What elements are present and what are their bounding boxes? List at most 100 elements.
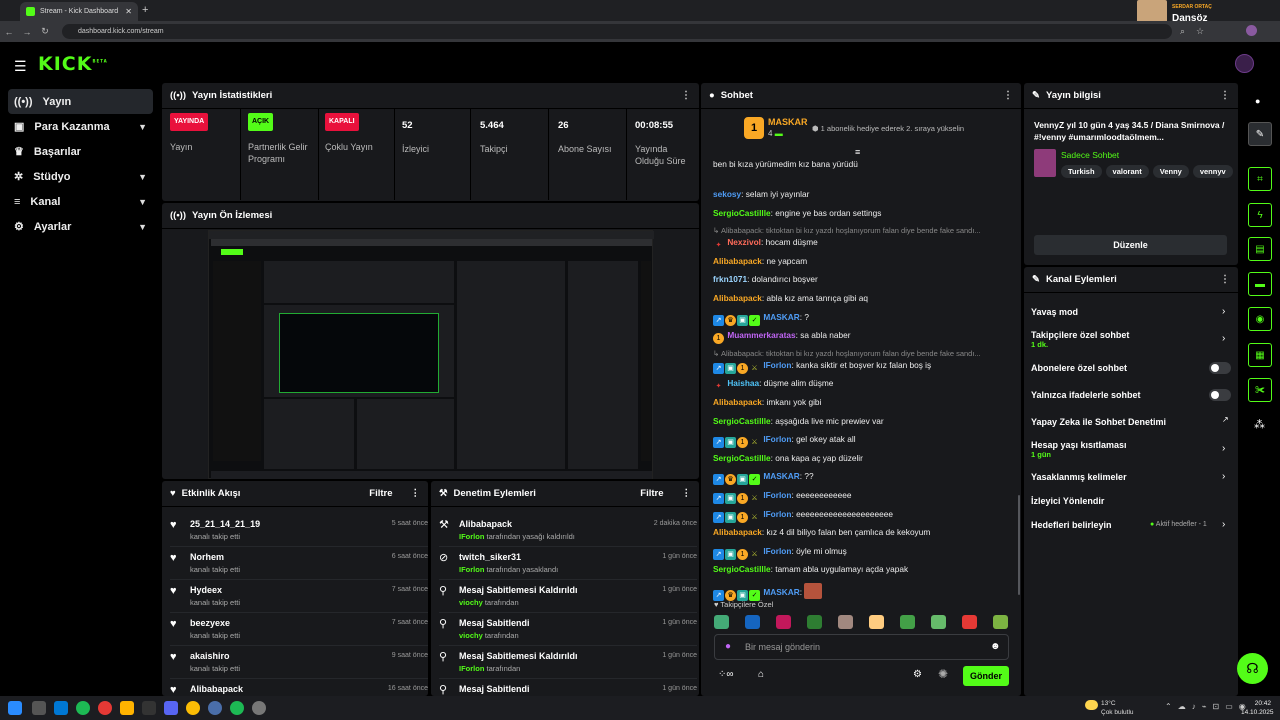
chat-message[interactable]: Alibabapack: imkanı yok gibi [713, 397, 1009, 408]
forward-icon[interactable]: → [18, 27, 36, 37]
info-icon[interactable]: ● [1255, 96, 1260, 106]
emote-8[interactable] [931, 615, 946, 629]
chat-username[interactable]: Alibabapack [713, 397, 762, 407]
tag[interactable]: valorant [1105, 165, 1149, 178]
clock[interactable]: 20:42 14.10.2025 [1241, 699, 1274, 717]
reload-icon[interactable]: ↻ [36, 26, 54, 37]
zoom-icon[interactable]: ⌕ [1180, 26, 1185, 37]
moderation-filter-button[interactable]: Filtre [640, 488, 663, 499]
back-icon[interactable]: ← [0, 27, 18, 37]
chat-username[interactable]: Haishaa [727, 378, 759, 388]
chat-message[interactable]: ↗ ▣ 1 ⚔ IForlon: eeeeeeeeeeeeeeeeeeeee [713, 509, 1009, 523]
subscribers-only-toggle[interactable] [1209, 362, 1231, 374]
chat-input-box[interactable]: ● Bir mesaj gönderin ☻ [714, 634, 1009, 660]
app-icon-1[interactable] [98, 701, 112, 715]
browser-profile-icon[interactable] [1246, 25, 1257, 36]
stream-preview-video[interactable] [208, 230, 654, 479]
user-avatar[interactable] [1235, 54, 1254, 73]
chat-username[interactable]: Alibabapack [713, 293, 762, 303]
edge-icon[interactable] [76, 701, 90, 715]
sidebar-item-ayarlar[interactable]: ⚙ Ayarlar ▼ [8, 214, 153, 239]
emote-5[interactable] [838, 615, 853, 629]
chat-message[interactable]: ben bi kıza yürümedim kız bana yürüdü [713, 159, 1009, 170]
chat-username[interactable]: IForlon [763, 490, 791, 500]
tag[interactable]: vennyv [1192, 165, 1233, 178]
chat-username[interactable]: IForlon [763, 360, 791, 370]
send-button[interactable]: Gönder [963, 666, 1009, 686]
sidebar-item-basarilar[interactable]: ♛ Başarılar [8, 139, 153, 164]
broadcast-tool-icon[interactable]: ◉ [1248, 307, 1272, 331]
task-view-icon[interactable] [32, 701, 46, 715]
bot-icon[interactable]: ✺ [938, 667, 948, 681]
chat-message[interactable]: frkn1071: dolandırıcı boşver [713, 274, 1009, 285]
clip-icon[interactable]: ⌗ [1248, 167, 1272, 191]
follower-name[interactable]: 25_21_14_21_19 [190, 519, 260, 529]
url-input[interactable]: dashboard.kick.com/stream [62, 24, 1172, 39]
activity-filter-button[interactable]: Filtre [369, 488, 392, 499]
kick-logo[interactable]: KICKBETA [38, 53, 108, 75]
chevron-right-icon[interactable]: › [1222, 306, 1225, 317]
follower-name[interactable]: akaishiro [190, 651, 230, 661]
chat-username[interactable]: IForlon [763, 434, 791, 444]
close-tab-icon[interactable]: ✕ [125, 7, 132, 16]
system-tray-icons[interactable]: ⌃☁♪⌁⊡▭◉ [1165, 702, 1252, 711]
follower-name[interactable]: beezyexe [190, 618, 230, 628]
mod-by[interactable]: viochy [459, 598, 483, 607]
mic-icon[interactable]: ● [725, 641, 731, 652]
chat-message[interactable]: ↗ ▣ 1 ⚔ IForlon: eeeeeeeeeeee [713, 490, 1009, 504]
follower-name[interactable]: Alibabapack [190, 684, 243, 694]
chat-message[interactable]: ↗ ♛ ▣ ✓ MASKAR: [713, 583, 1009, 601]
weather-widget[interactable]: 13°C Çok bulutlu [1101, 699, 1134, 717]
emote-3[interactable] [776, 615, 791, 629]
support-headset-icon[interactable]: ☊ [1237, 653, 1268, 684]
chat-scrollbar[interactable] [1018, 495, 1020, 595]
more-options-icon[interactable]: ⋮ [682, 488, 692, 499]
chat-bubble-icon[interactable]: ▬ [1248, 272, 1272, 296]
more-tools-icon[interactable]: ⁂ [1254, 418, 1265, 431]
chat-settings-icon[interactable]: ⚙ [913, 669, 922, 680]
tag[interactable]: Turkish [1061, 165, 1102, 178]
notes-icon[interactable]: ▤ [1248, 237, 1272, 261]
action-raid[interactable]: İzleyici Yönlendir [1031, 496, 1231, 506]
chat-username[interactable]: Alibabapack [713, 527, 762, 537]
emotes-only-toggle[interactable] [1209, 389, 1231, 401]
chevron-right-icon[interactable]: › [1222, 443, 1225, 454]
file-explorer-icon[interactable] [120, 701, 134, 715]
chat-username[interactable]: IForlon [763, 509, 791, 519]
sidebar-item-para-kazanma[interactable]: ▣ Para Kazanma ▼ [8, 114, 153, 139]
chat-message[interactable]: ✦ Haishaa: düşme alim düşme [713, 378, 1009, 392]
more-options-icon[interactable]: ⋮ [681, 90, 691, 101]
chat-message[interactable]: sekosy: selam iyi yayınlar [713, 189, 1009, 200]
chat-username[interactable]: Nexzivol [727, 237, 761, 247]
obs-icon[interactable] [252, 701, 266, 715]
sidebar-item-kanal[interactable]: ≡ Kanal ▼ [8, 189, 153, 214]
follower-name[interactable]: Hydeex [190, 585, 222, 595]
new-tab-icon[interactable]: + [142, 4, 148, 16]
chat-message[interactable]: ↗ ▣ 1 ⚔ IForlon: öyle mi olmuş [713, 546, 1009, 560]
chat-username[interactable]: MASKAR [763, 587, 799, 597]
bookmark-star-icon[interactable]: ☆ [1196, 26, 1204, 37]
action-slow-mode[interactable]: Yavaş mod [1031, 307, 1231, 317]
points-icon[interactable]: ⁘∞ [718, 669, 734, 680]
chevron-right-icon[interactable]: › [1222, 471, 1225, 482]
mod-target[interactable]: twitch_siker31 [459, 552, 521, 562]
discord-icon[interactable] [164, 701, 178, 715]
action-account-age[interactable]: Hesap yaşı kısıtlaması 1 gün [1031, 440, 1231, 459]
emote-1[interactable] [714, 615, 729, 629]
mod-by[interactable]: viochy [459, 631, 483, 640]
outlook-icon[interactable] [54, 701, 68, 715]
chat-username[interactable]: Muammerkaratas [727, 330, 795, 340]
emote-9[interactable] [962, 615, 977, 629]
chat-message[interactable]: SergioCastillle: tamam abla uygulamayı a… [713, 564, 1009, 575]
mod-by[interactable]: IForlon [459, 565, 484, 574]
chat-message[interactable]: Alibabapack: ne yapcam [713, 256, 1009, 267]
emote-10[interactable] [993, 615, 1008, 629]
chat-message[interactable]: ↗ ♛ ▣ ✓ MASKAR: ?? [713, 471, 1009, 486]
mod-by[interactable]: IForlon [459, 532, 484, 541]
more-options-icon[interactable]: ⋮ [411, 488, 421, 499]
chat-message[interactable]: ↗ ▣ 1 ⚔ IForlon: gel okey atak all [713, 434, 1009, 449]
chevron-right-icon[interactable]: › [1222, 519, 1225, 530]
chat-username[interactable]: SergioCastillle [713, 453, 771, 463]
external-link-icon[interactable]: ↗ [1222, 415, 1229, 424]
app-icon-2[interactable] [142, 701, 156, 715]
